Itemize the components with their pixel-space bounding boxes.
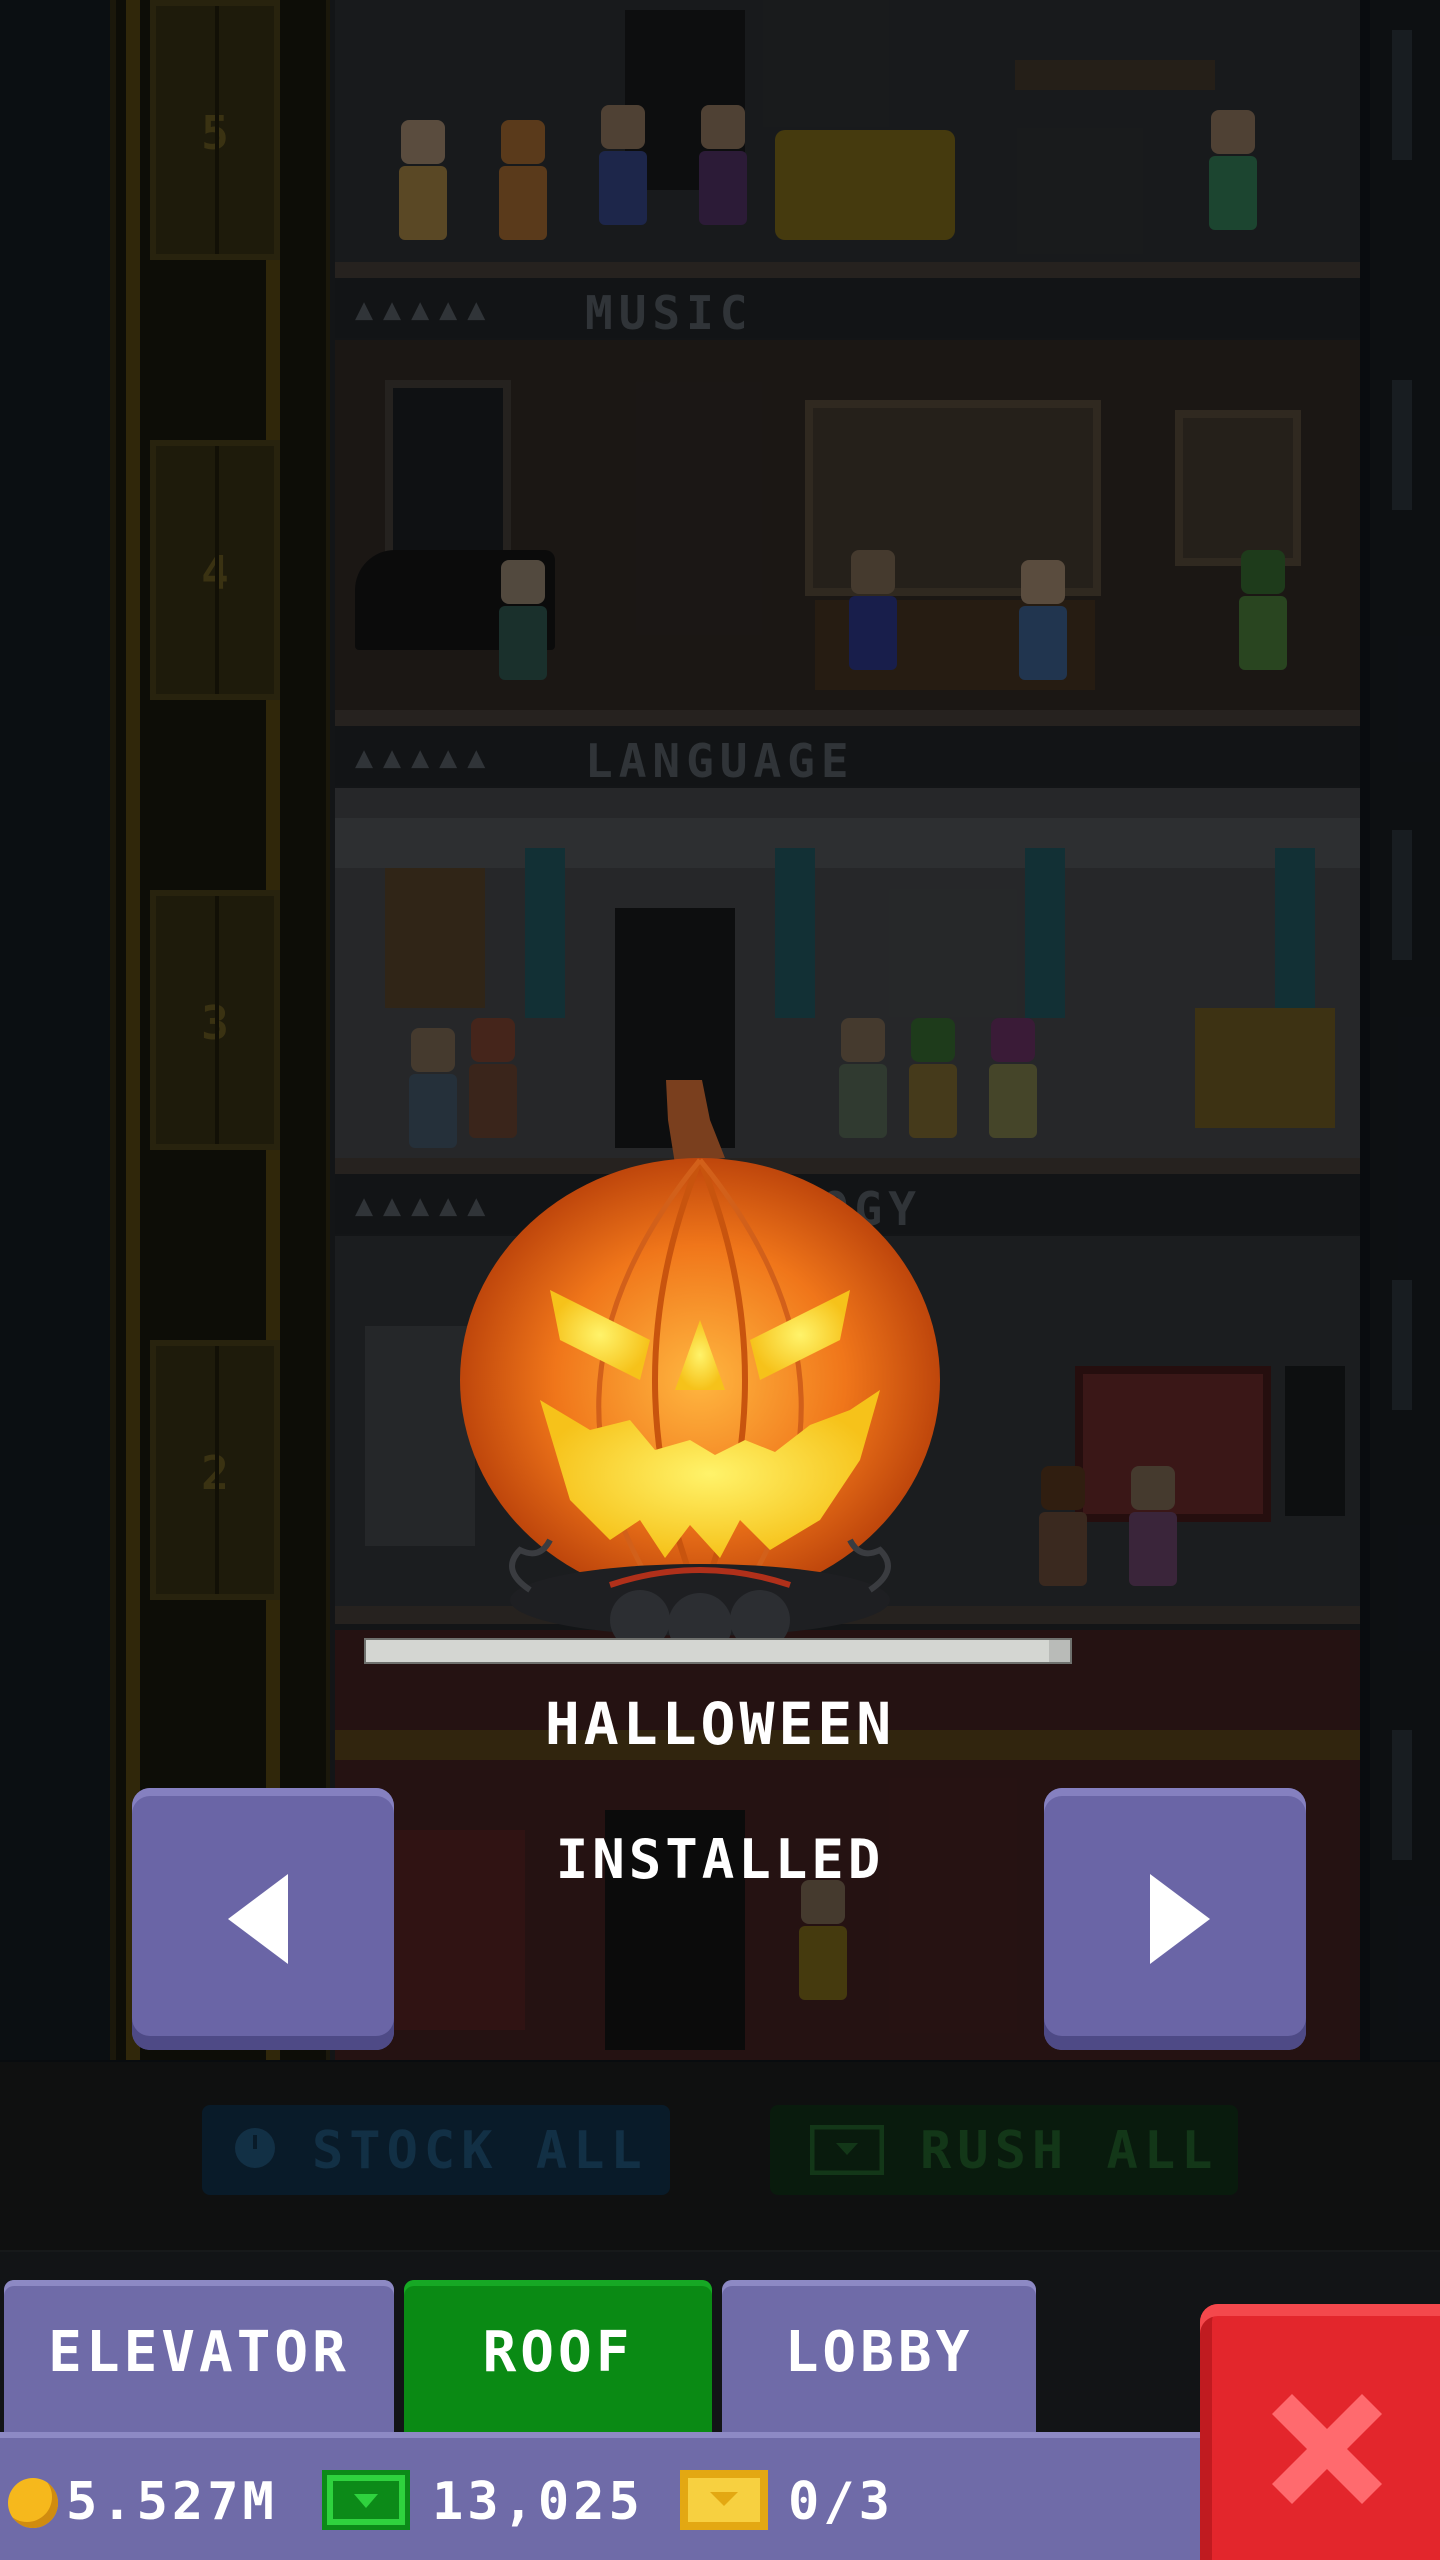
tower-bux-icon bbox=[322, 2470, 410, 2530]
golden-ticket-icon bbox=[680, 2470, 768, 2530]
close-icon bbox=[1272, 2394, 1382, 2504]
coins-value: 5.527M bbox=[66, 2472, 278, 2532]
tab-lobby[interactable]: LOBBY bbox=[722, 2280, 1036, 2438]
next-button[interactable] bbox=[1044, 1788, 1306, 2050]
coin-icon bbox=[8, 2478, 58, 2528]
halloween-pumpkin-image bbox=[460, 1080, 940, 1640]
arrow-left-icon bbox=[228, 1874, 288, 1964]
roof-item-name: HALLOWEEN bbox=[544, 1690, 896, 1758]
tickets-value: 0/3 bbox=[788, 2472, 894, 2532]
tab-roof[interactable]: ROOF bbox=[404, 2280, 712, 2438]
roof-item-status: INSTALLED bbox=[555, 1828, 885, 1891]
progress-fill bbox=[366, 1640, 1049, 1662]
arrow-right-icon bbox=[1150, 1874, 1210, 1964]
roof-progress-bar bbox=[364, 1638, 1072, 1664]
currency-status-bar: 5.527M 13,025 0/3 bbox=[0, 2432, 1200, 2560]
tab-label: LOBBY bbox=[784, 2320, 974, 2385]
tab-label: ELEVATOR bbox=[48, 2320, 350, 2385]
tab-elevator[interactable]: ELEVATOR bbox=[4, 2280, 394, 2438]
close-button[interactable] bbox=[1200, 2304, 1440, 2560]
previous-button[interactable] bbox=[132, 1788, 394, 2050]
bux-value: 13,025 bbox=[432, 2472, 644, 2532]
tab-label: ROOF bbox=[482, 2320, 634, 2385]
